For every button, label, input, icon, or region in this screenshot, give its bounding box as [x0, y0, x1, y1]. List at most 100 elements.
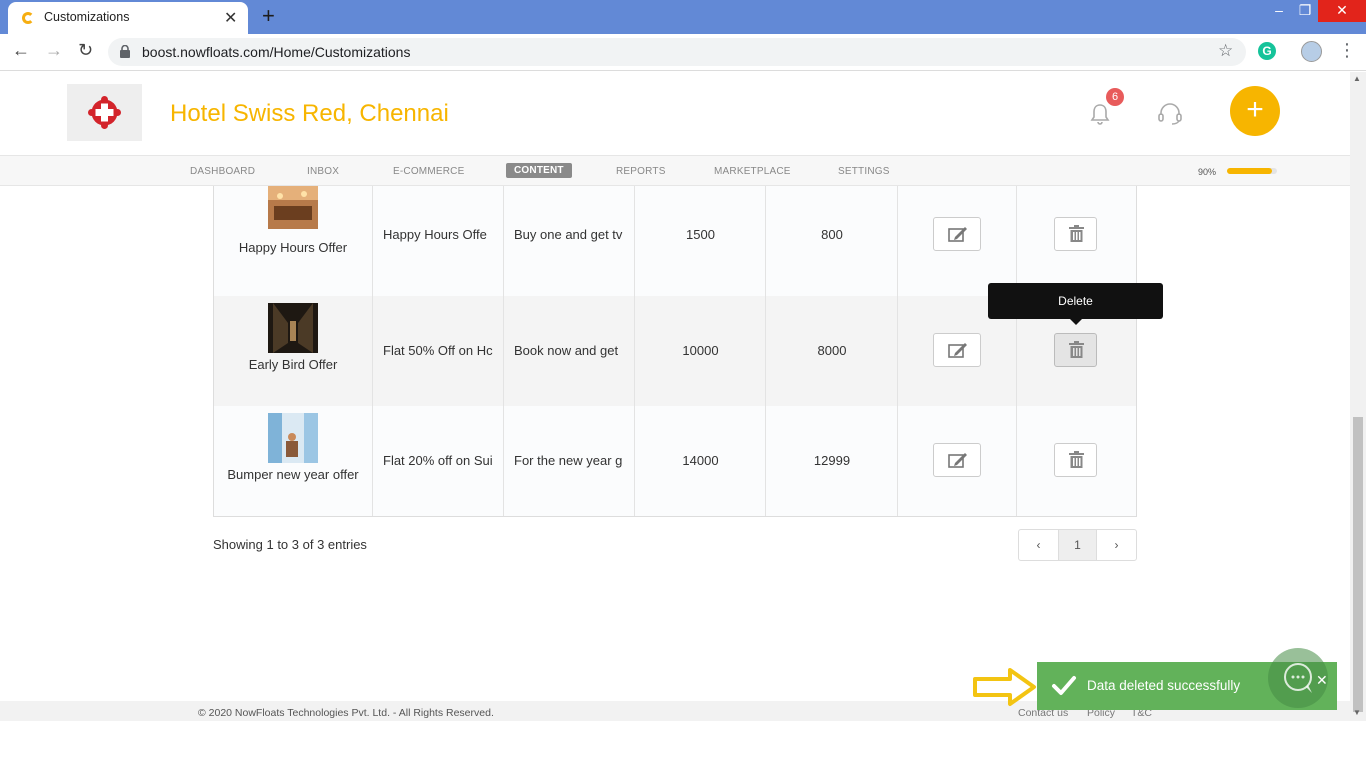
scroll-down-icon[interactable]: ▼ — [1353, 708, 1361, 717]
delete-cell — [1017, 186, 1136, 296]
browser-tab[interactable]: Customizations ✕ — [8, 2, 248, 34]
profile-avatar[interactable] — [1301, 41, 1322, 62]
price-cell: 14000 — [635, 406, 766, 516]
edit-icon — [948, 227, 967, 242]
nav-e-commerce[interactable]: E-COMMERCE — [393, 166, 464, 177]
annotation-arrow-icon — [973, 668, 1036, 706]
price-cell: 10000 — [635, 296, 766, 406]
nav-dashboard[interactable]: DASHBOARD — [190, 166, 255, 177]
customizations-table: Happy Hours Offer Happy Hours Offe Buy o… — [213, 186, 1137, 517]
copyright-text: © 2020 NowFloats Technologies Pvt. Ltd. … — [198, 707, 494, 719]
lock-icon — [120, 45, 130, 58]
discount-price-cell: 800 — [766, 186, 898, 296]
scroll-thumb[interactable] — [1353, 417, 1363, 712]
offer-discount-price: 800 — [821, 227, 843, 242]
swiss-cross-logo-icon — [88, 96, 121, 129]
offer-description: Book now and get — [514, 343, 619, 358]
offer-description: Buy one and get tv — [514, 227, 623, 242]
discount-price-cell: 8000 — [766, 296, 898, 406]
page-content: Hotel Swiss Red, Chennai 6 + DASHBOARD I… — [0, 72, 1350, 721]
delete-tooltip: Delete — [988, 283, 1163, 319]
delete-button[interactable] — [1054, 333, 1097, 367]
title-cell: Flat 50% Off on Hc — [373, 296, 504, 406]
description-cell: For the new year g — [504, 406, 635, 516]
name-cell: Happy Hours Offer — [214, 186, 373, 296]
url-text: boost.nowfloats.com/Home/Customizations — [142, 44, 411, 60]
delete-cell — [1017, 406, 1136, 516]
bookmark-star-icon[interactable]: ☆ — [1218, 41, 1233, 61]
offer-price: 10000 — [682, 343, 719, 358]
table-row: Bumper new year offer Flat 20% off on Su… — [214, 406, 1136, 516]
prev-page-button[interactable]: ‹ — [1019, 530, 1058, 560]
discount-price-cell: 12999 — [766, 406, 898, 516]
address-bar[interactable]: boost.nowfloats.com/Home/Customizations … — [108, 38, 1246, 66]
grammarly-extension-icon[interactable]: G — [1258, 42, 1276, 60]
offer-thumbnail[interactable] — [268, 303, 318, 353]
title-cell: Flat 20% off on Sui — [373, 406, 504, 516]
reload-icon[interactable]: ↻ — [78, 40, 93, 61]
toast-close-icon[interactable]: ✕ — [1316, 672, 1328, 689]
business-logo[interactable] — [67, 84, 142, 141]
nav-inbox[interactable]: INBOX — [307, 166, 339, 177]
offer-name: Happy Hours Offer — [238, 240, 348, 255]
window-close-button[interactable]: ✕ — [1318, 0, 1366, 22]
back-icon[interactable]: ← — [12, 40, 30, 61]
page-1-button[interactable]: 1 — [1058, 530, 1097, 560]
edit-cell — [898, 406, 1017, 516]
tooltip-arrow — [1070, 319, 1082, 325]
title-cell: Happy Hours Offe — [373, 186, 504, 296]
delete-button[interactable] — [1054, 443, 1097, 477]
edit-cell — [898, 186, 1017, 296]
nav-marketplace[interactable]: MARKETPLACE — [714, 166, 791, 177]
nav-settings[interactable]: SETTINGS — [838, 166, 890, 177]
new-tab-button[interactable]: + — [262, 3, 275, 29]
edit-button[interactable] — [933, 443, 981, 477]
offer-name: Bumper new year offer — [227, 467, 359, 482]
profile-progress-bar — [1227, 168, 1277, 174]
table-row: Happy Hours Offer Happy Hours Offe Buy o… — [214, 186, 1136, 296]
offer-title: Happy Hours Offe — [383, 227, 487, 242]
check-icon — [1052, 676, 1076, 695]
restore-button[interactable]: ❐ — [1288, 0, 1322, 22]
description-cell: Book now and get — [504, 296, 635, 406]
tab-close-icon[interactable]: ✕ — [224, 8, 237, 28]
scroll-up-icon[interactable]: ▲ — [1353, 74, 1361, 83]
offer-title: Flat 50% Off on Hc — [383, 343, 493, 358]
price-cell: 1500 — [635, 186, 766, 296]
nav-reports[interactable]: REPORTS — [616, 166, 666, 177]
trash-icon — [1069, 341, 1084, 358]
edit-icon — [948, 453, 967, 468]
offer-discount-price: 8000 — [817, 343, 847, 358]
offer-price: 1500 — [686, 227, 715, 242]
offer-description: For the new year g — [514, 453, 623, 468]
profile-progress-fill — [1227, 168, 1272, 174]
delete-button[interactable] — [1054, 217, 1097, 251]
browser-toolbar: ← → ↻ boost.nowfloats.com/Home/Customiza… — [0, 34, 1366, 71]
entries-info: Showing 1 to 3 of 3 entries — [213, 537, 367, 552]
notification-bell-icon[interactable] — [1090, 103, 1110, 125]
offer-name: Early Bird Offer — [248, 357, 338, 372]
nav-content[interactable]: CONTENT — [506, 163, 572, 178]
support-headset-icon[interactable] — [1157, 102, 1183, 126]
edit-button[interactable] — [933, 333, 981, 367]
trash-icon — [1069, 451, 1084, 468]
notification-badge: 6 — [1106, 88, 1124, 106]
browser-tab-bar: Customizations ✕ + – ❐ ✕ — [0, 0, 1366, 34]
next-page-button[interactable]: › — [1097, 530, 1136, 560]
edit-icon — [948, 343, 967, 358]
offer-thumbnail[interactable] — [268, 186, 318, 229]
trash-icon — [1069, 225, 1084, 242]
add-button[interactable]: + — [1230, 86, 1280, 136]
name-cell: Bumper new year offer — [214, 406, 373, 516]
favicon-icon — [22, 12, 34, 24]
forward-icon[interactable]: → — [45, 40, 63, 61]
browser-menu-icon[interactable]: ⋮ — [1338, 40, 1356, 61]
business-name[interactable]: Hotel Swiss Red, Chennai — [170, 100, 449, 128]
offer-title: Flat 20% off on Sui — [383, 453, 493, 468]
edit-button[interactable] — [933, 217, 981, 251]
offer-thumbnail[interactable] — [268, 413, 318, 463]
offer-price: 14000 — [682, 453, 719, 468]
page-scrollbar[interactable]: ▲ ▼ — [1350, 72, 1366, 721]
main-nav: DASHBOARD INBOX E-COMMERCE CONTENT REPOR… — [0, 155, 1350, 186]
toast-message: Data deleted successfully — [1087, 678, 1241, 693]
